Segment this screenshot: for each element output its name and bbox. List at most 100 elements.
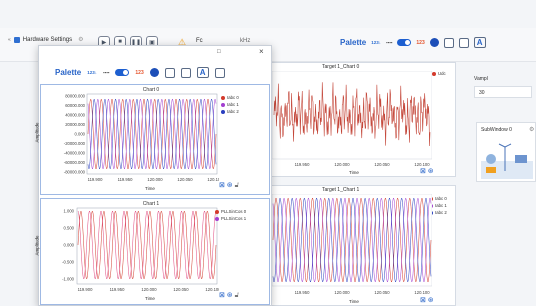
palette-toggle[interactable] [397, 39, 412, 46]
chart-0-plot[interactable]: 80000.000 60000.000 40000.000 20000.000 0.00… [41, 93, 219, 189]
x-tick-label: 119.900 [78, 287, 93, 292]
x-tick-label: 120.100 [205, 287, 219, 292]
y-tick-label: -40000.000 [64, 151, 86, 156]
x-tick-label: 120.050 [173, 287, 189, 292]
text-format-button[interactable]: A [196, 67, 209, 78]
color-number-button[interactable]: 123 [416, 40, 424, 46]
x-tick-label: 119.950 [110, 287, 125, 292]
target-chart-0-title: Target 1_Chart 0 [322, 64, 360, 70]
chart-1-plot[interactable]: 1.0000.5000.000-0.500-1.000 119.900 119.9… [41, 207, 219, 299]
line-style-button[interactable]: ▪▪▪▪ [103, 70, 109, 75]
line-style-button[interactable]: ▪▪▪▪ [386, 40, 392, 45]
legend-label: Iabc 2 [227, 109, 239, 114]
y-tick-label: -20000.000 [64, 141, 86, 146]
khz-label: kHz [240, 38, 251, 44]
y-tick-label: -80000.000 [64, 170, 86, 175]
target-chart-0-plot[interactable]: 119.950 120.000 120.050 120.100 [272, 71, 432, 171]
legend: PLLSinCos 0 PLLSinCos 1 [215, 209, 246, 221]
legend-item: PLLSinCos 0 [215, 209, 246, 214]
x-axis-ticks: 119.950 120.000 120.050 120.100 [295, 290, 431, 295]
gear-icon[interactable]: ⚙ [78, 36, 83, 43]
subwindow-title: SubWindow 0 [481, 127, 512, 133]
color-number-button[interactable]: 123 [135, 70, 143, 76]
legend-item: PLLSinCos 1 [215, 216, 246, 221]
close-window-button[interactable]: × [259, 47, 264, 56]
image-export-icon[interactable] [214, 67, 225, 78]
legend-label: Udc [438, 71, 446, 76]
x-axis-ticks: 119.900 119.950 120.000 120.050 120.100 [78, 287, 219, 292]
x-tick-label: 119.950 [118, 177, 133, 182]
color-picker-button[interactable] [429, 38, 439, 47]
fc-label: Fc [196, 38, 203, 44]
legend-label: Iabc 0 [435, 196, 447, 201]
x-tick-label: 120.050 [177, 177, 193, 182]
legend-dot-icon [221, 95, 225, 100]
x-tick-label: 120.050 [374, 290, 390, 295]
y-axis-ticks: 80000.000 60000.000 40000.000 20000.000 0.00… [64, 94, 86, 175]
floating-chart-window: □ × Palette 123↓ ▪▪▪▪ 123 A Chart 0 Ampl… [35, 45, 272, 306]
target-chart-1-panel: Target 1_Chart 1 Iabc 0 Iabc 1 Iabc 2 11… [271, 185, 456, 306]
target-chart-1-plot[interactable]: 119.950 120.000 120.050 120.100 [272, 194, 432, 298]
legend-label: Iabc 0 [227, 95, 239, 100]
settings-square-icon [13, 36, 20, 43]
zoom-controls-icon[interactable]: ⊠ ⊛ 🔓︎ [219, 181, 239, 190]
numeric-format-button[interactable]: 123↓ [87, 70, 97, 75]
x-axis-label: Time [145, 186, 155, 191]
palette-label: Palette [55, 68, 82, 77]
x-tick-label: 120.050 [374, 162, 390, 167]
x-axis-ticks: 119.900 119.950 120.000 120.050 120.100 [88, 177, 219, 182]
legend-label: Iabc 2 [435, 210, 447, 215]
palette-label: Palette [340, 38, 367, 47]
vampl-input[interactable]: 30 [474, 86, 532, 98]
legend-dot-icon [432, 71, 436, 76]
legend: Iabc 0 Iabc 1 Iabc 2 [221, 95, 239, 114]
x-tick-label: 120.000 [141, 287, 157, 292]
lock-icon[interactable]: 🔓︎ [235, 292, 240, 299]
legend-item: Udc [432, 71, 446, 76]
palette-toggle[interactable] [115, 69, 130, 76]
y-tick-label: 20000.000 [65, 122, 85, 127]
text-format-button[interactable]: A [473, 37, 486, 48]
x-axis-label: Time [349, 170, 359, 175]
y-tick-label: 60000.000 [65, 103, 85, 108]
y-tick-label: 0.000 [64, 243, 75, 248]
legend-label: Iabc 1 [227, 102, 239, 107]
zoom-fit-icon[interactable]: ⊠ ⊛ [420, 296, 434, 304]
restore-window-button[interactable]: □ [217, 49, 221, 55]
zoom-controls-icon[interactable]: ⊠ ⊛ 🔓︎ [219, 291, 239, 300]
chevron-left-icon: « [8, 36, 11, 43]
legend-label: PLLSinCos 0 [221, 209, 247, 214]
area-chart-icon[interactable] [458, 37, 469, 48]
subwindow-0-panel: SubWindow 0 ⚙ [476, 122, 536, 182]
chart-0-panel: Chart 0 Amplitude 80000.000 60000.000 4000… [35, 84, 270, 195]
axis-icon[interactable] [443, 37, 454, 48]
target-chart-1-title: Target 1_Chart 1 [322, 187, 360, 193]
tab-hardware-settings[interactable]: « Hardware Settings ⚙ [8, 36, 84, 43]
legend-item: Iabc 0 [221, 95, 239, 100]
x-tick-label: 119.950 [295, 290, 310, 295]
axis-icon[interactable] [164, 67, 175, 78]
x-axis-label: Time [349, 299, 359, 304]
y-axis-label: Amplitude [34, 235, 40, 256]
gear-icon[interactable]: ⚙ [529, 126, 534, 133]
area-chart-icon[interactable] [180, 67, 191, 78]
x-tick-label: 120.000 [147, 177, 163, 182]
y-tick-label: -60000.000 [64, 160, 86, 165]
legend-label: Iabc 1 [435, 203, 447, 208]
zoom-fit-icon[interactable]: ⊠ ⊛ [420, 167, 434, 175]
y-tick-label: 80000.000 [65, 94, 85, 99]
x-tick-label: 120.000 [334, 290, 350, 295]
legend-dot-icon [215, 216, 219, 221]
lock-icon[interactable]: 🔓︎ [235, 182, 240, 189]
energy-illustration-icon [481, 143, 533, 179]
color-picker-button[interactable] [149, 68, 159, 77]
main-palette-bar: Palette 123↓ ▪▪▪▪ 123 A [340, 37, 486, 48]
x-axis-label: Time [145, 296, 155, 301]
x-tick-label: 119.900 [88, 177, 103, 182]
x-tick-label: 120.100 [207, 177, 219, 182]
numeric-format-button[interactable]: 123↓ [371, 40, 381, 45]
target-chart-0-panel: Target 1_Chart 0 Udc 119.950 120.000 120.0… [271, 62, 456, 177]
chart-1-panel: Chart 1 Amplitude 1.000 0.500 0.000 -0.500-… [35, 198, 270, 305]
y-tick-label: -0.500 [62, 260, 75, 265]
legend-item: Iabc 1 [221, 102, 239, 107]
